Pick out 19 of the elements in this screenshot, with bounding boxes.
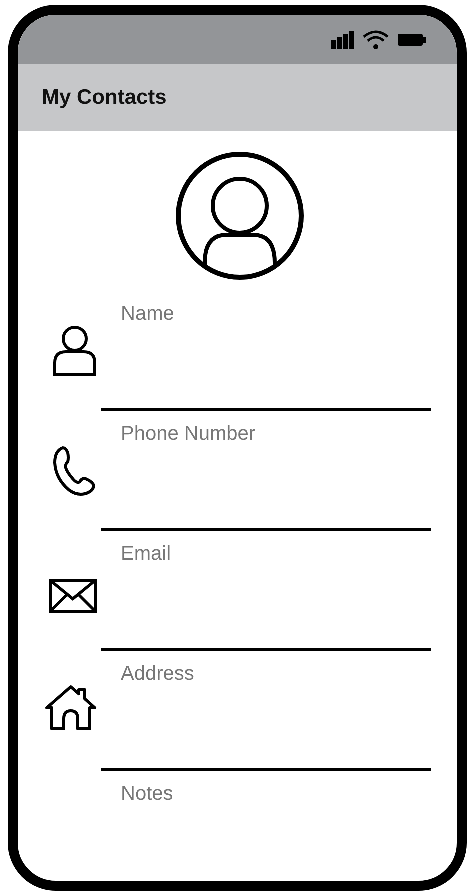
input-field[interactable]: Notes	[101, 781, 431, 881]
person-icon	[53, 325, 97, 377]
signal-icon	[331, 30, 355, 48]
field-label: Phone Number	[121, 422, 256, 446]
header-title: My Contacts	[42, 86, 167, 110]
battery-icon	[397, 32, 427, 46]
field-label: Name	[121, 302, 174, 326]
field-label: Notes	[121, 782, 174, 806]
avatar-icon[interactable]	[174, 151, 304, 281]
house-icon	[45, 685, 97, 731]
input-field[interactable]: Phone Number	[101, 421, 431, 531]
field-label: Address	[121, 662, 194, 686]
wifi-icon	[363, 30, 389, 50]
field-label: Email	[121, 542, 172, 566]
input-field[interactable]: Name	[101, 301, 431, 411]
phone-icon	[53, 445, 97, 497]
input-field[interactable]: Address	[101, 661, 431, 771]
envelope-icon	[49, 579, 97, 613]
input-field[interactable]: Email	[101, 541, 431, 651]
